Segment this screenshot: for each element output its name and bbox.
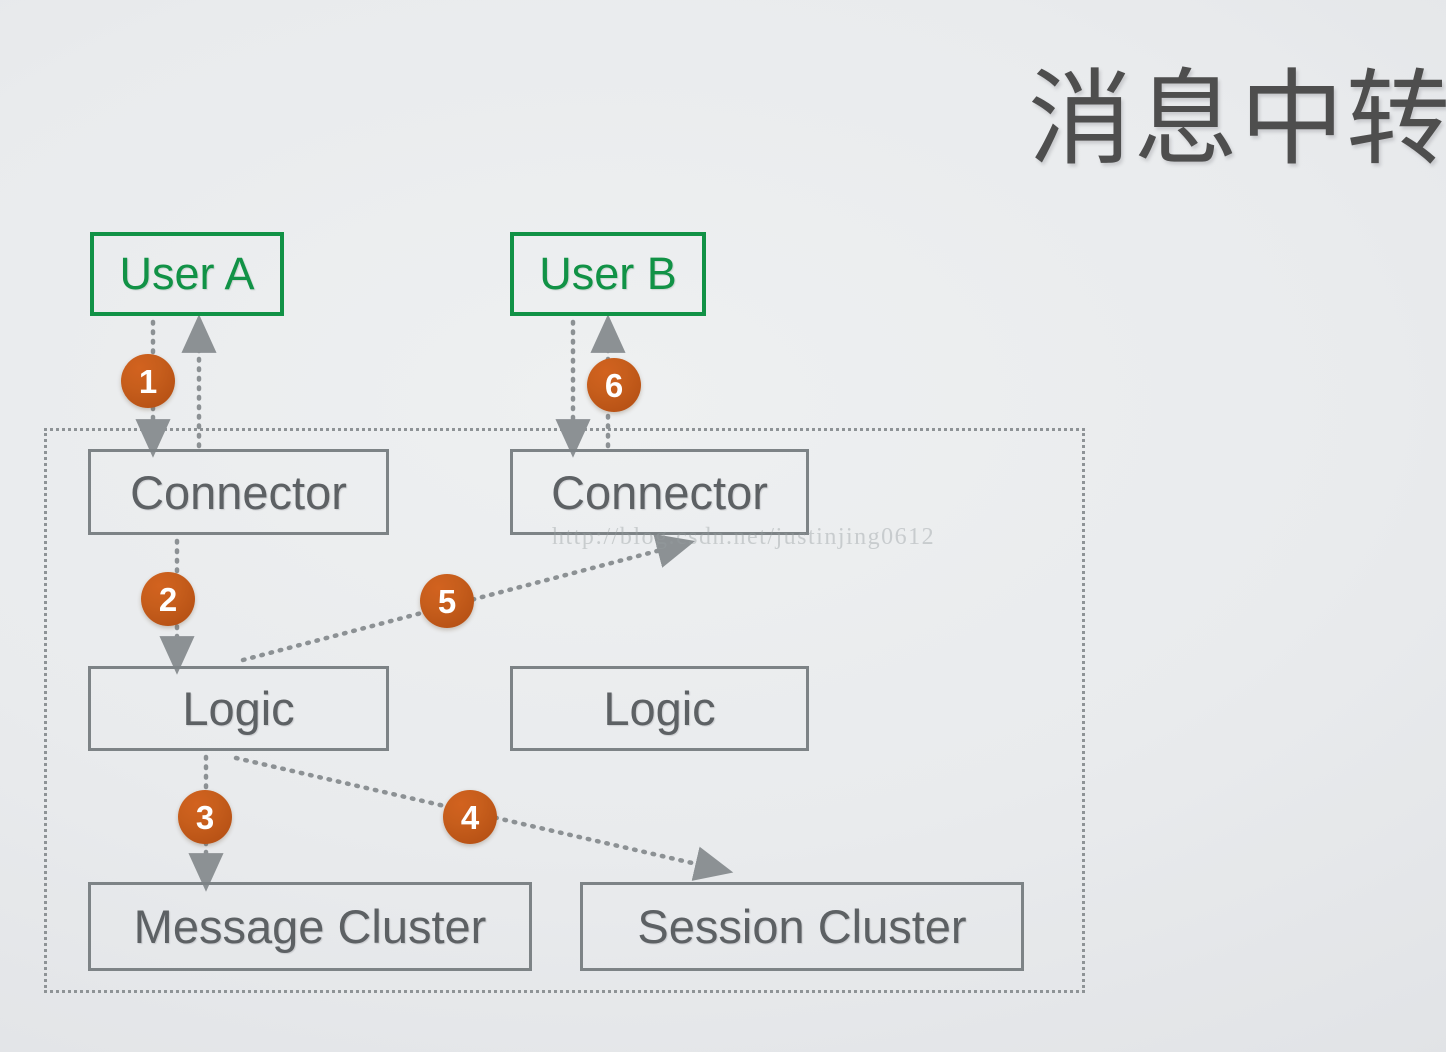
node-message-cluster-label: Message Cluster — [133, 900, 487, 953]
node-connector-a-label: Connector — [130, 465, 347, 519]
node-message-cluster[interactable]: Message Cluster — [88, 882, 532, 971]
node-connector-b-label: Connector — [551, 465, 768, 519]
node-logic-a[interactable]: Logic — [88, 666, 389, 751]
watermark: http://blog.csdn.net/justinjing0612 — [552, 524, 936, 550]
step-badge-3: 3 — [178, 790, 232, 844]
node-logic-a-label: Logic — [182, 682, 295, 735]
node-session-cluster[interactable]: Session Cluster — [580, 882, 1024, 971]
node-session-cluster-label: Session Cluster — [637, 900, 967, 953]
node-connector-b[interactable]: Connector — [510, 449, 809, 535]
node-user-a-label: User A — [119, 248, 255, 299]
step-badge-2: 2 — [141, 572, 195, 626]
step-badge-5: 5 — [420, 574, 474, 628]
step-badge-1: 1 — [121, 354, 175, 408]
node-user-b-label: User B — [539, 248, 677, 299]
step-badge-6: 6 — [587, 358, 641, 412]
node-user-a[interactable]: User A — [90, 232, 284, 316]
page-title: 消息中转 — [1027, 58, 1446, 180]
node-logic-b-label: Logic — [603, 682, 716, 735]
node-logic-b[interactable]: Logic — [510, 666, 809, 751]
step-badge-4: 4 — [443, 790, 497, 844]
node-connector-a[interactable]: Connector — [88, 449, 389, 535]
node-user-b[interactable]: User B — [510, 232, 706, 316]
slide-canvas: 消息中转 User A User B Connector Connector L… — [0, 0, 1446, 1052]
